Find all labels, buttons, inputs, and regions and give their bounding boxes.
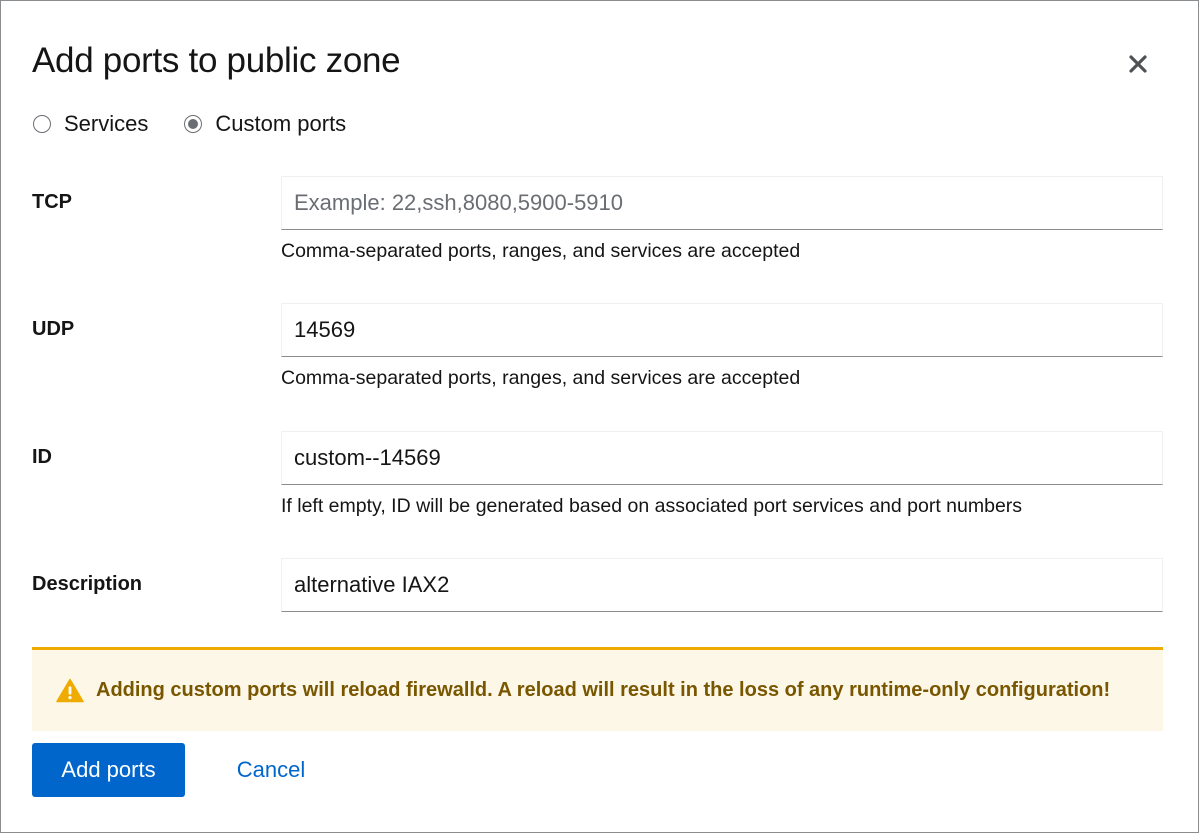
- add-ports-dialog: Add ports to public zone Services Custom…: [0, 0, 1199, 833]
- dialog-title: Add ports to public zone: [32, 41, 401, 80]
- id-helper-text: If left empty, ID will be generated base…: [281, 495, 1023, 517]
- cancel-button[interactable]: Cancel: [217, 743, 325, 797]
- warning-alert: Adding custom ports will reload firewall…: [32, 647, 1163, 731]
- tcp-label: TCP: [32, 191, 72, 213]
- tcp-input[interactable]: [281, 176, 1163, 230]
- tcp-helper-text: Comma-separated ports, ranges, and servi…: [281, 240, 801, 262]
- description-input[interactable]: [281, 558, 1163, 612]
- custom-ports-radio[interactable]: [184, 115, 203, 133]
- id-input[interactable]: [281, 431, 1163, 485]
- services-radio-label: Services: [64, 111, 149, 136]
- id-label: ID: [32, 446, 52, 468]
- warning-alert-text: Adding custom ports will reload firewall…: [96, 679, 1111, 701]
- description-label: Description: [32, 573, 143, 595]
- close-button[interactable]: [1122, 48, 1154, 80]
- close-icon: [1129, 55, 1147, 73]
- udp-label: UDP: [32, 318, 75, 340]
- udp-helper-text: Comma-separated ports, ranges, and servi…: [281, 367, 801, 389]
- add-ports-button[interactable]: Add ports: [32, 743, 185, 797]
- services-radio[interactable]: [33, 115, 51, 133]
- custom-ports-radio-label: Custom ports: [215, 111, 347, 136]
- services-radio-option[interactable]: Services: [33, 111, 148, 137]
- udp-input[interactable]: [281, 303, 1163, 357]
- warning-triangle-icon: [56, 678, 84, 704]
- custom-ports-radio-option[interactable]: Custom ports: [184, 111, 346, 137]
- port-type-radio-group: Services Custom ports: [33, 111, 382, 137]
